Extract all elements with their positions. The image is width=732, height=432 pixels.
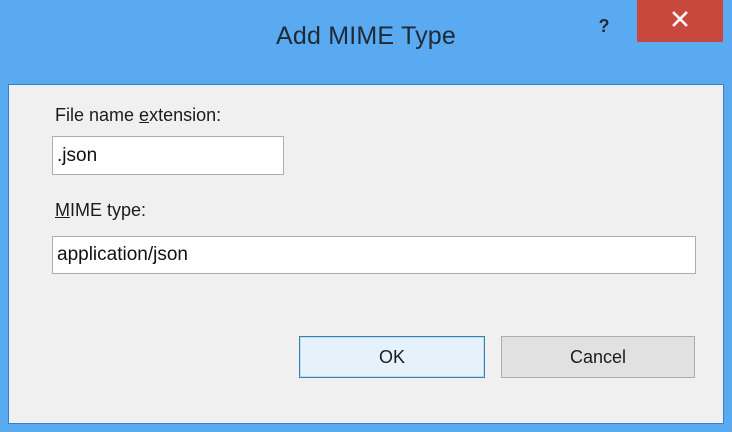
add-mime-type-dialog: Add MIME Type ? File name extension: MIM… (0, 0, 732, 432)
mime-label-mnemonic: M (55, 200, 70, 220)
help-button[interactable]: ? (582, 10, 626, 42)
close-button[interactable] (637, 0, 723, 42)
ok-button[interactable]: OK (299, 336, 485, 378)
mime-type-label: MIME type: (55, 200, 146, 221)
mime-type-input[interactable] (52, 236, 696, 274)
title-bar[interactable]: Add MIME Type ? (0, 0, 732, 84)
close-icon (672, 10, 688, 32)
extension-label-post: xtension: (149, 105, 222, 125)
mime-label-post: IME type: (70, 200, 147, 220)
extension-label-pre: File name (55, 105, 140, 125)
cancel-button[interactable]: Cancel (501, 336, 695, 378)
extension-input[interactable] (52, 136, 284, 175)
extension-label-mnemonic: e (139, 105, 150, 125)
dialog-body: File name extension: MIME type: OK Cance… (8, 84, 724, 424)
extension-label: File name extension: (55, 105, 221, 126)
